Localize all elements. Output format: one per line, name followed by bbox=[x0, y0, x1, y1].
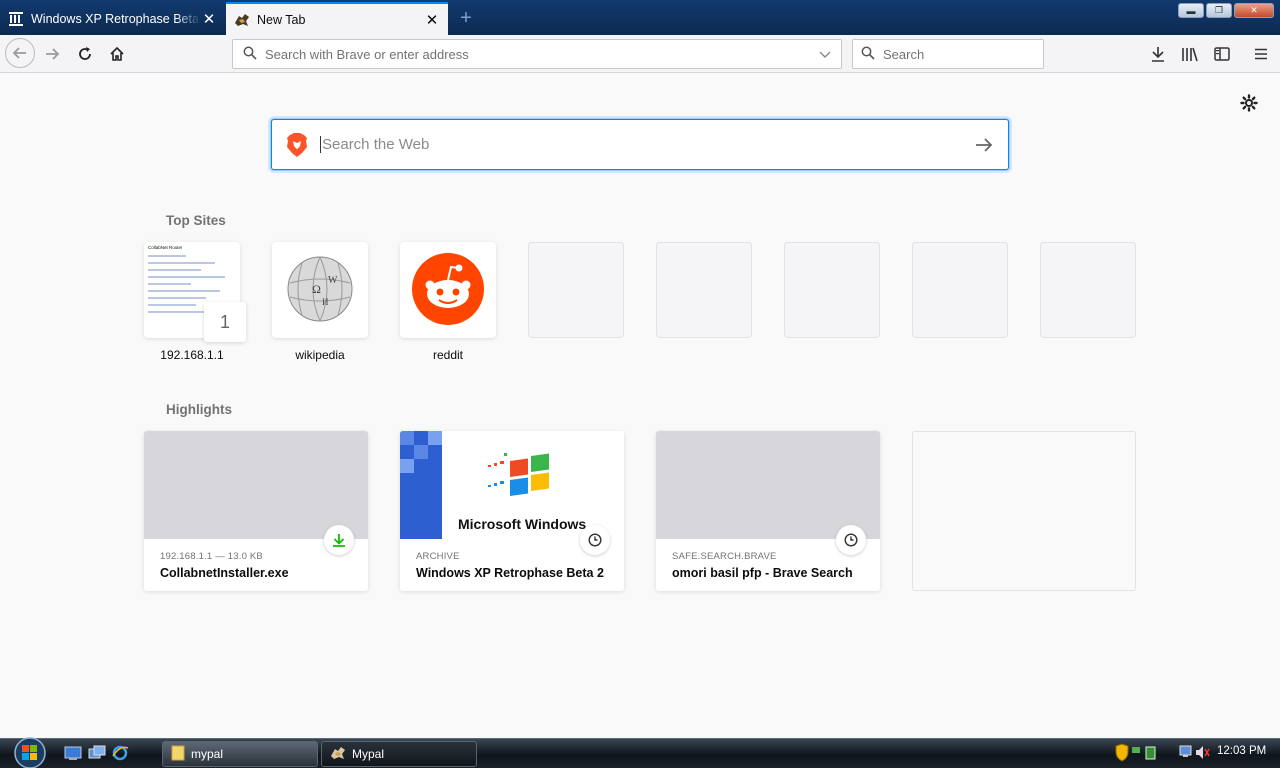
empty-tile bbox=[528, 242, 624, 338]
home-icon[interactable] bbox=[103, 40, 131, 68]
empty-tile bbox=[1040, 242, 1136, 338]
close-tab-icon[interactable]: ✕ bbox=[201, 11, 217, 28]
site-thumbnail: ΩW И bbox=[272, 242, 368, 338]
network-icon bbox=[1132, 746, 1156, 760]
reddit-snoo-icon bbox=[411, 252, 485, 329]
tab-title: New Tab bbox=[257, 12, 306, 27]
clock-icon bbox=[580, 525, 610, 555]
arrow-right-icon[interactable] bbox=[974, 135, 994, 155]
url-bar[interactable]: Search with Brave or enter address bbox=[232, 39, 842, 69]
taskbar-item-label: mypal bbox=[191, 747, 224, 761]
taskbar-clock: 12:03 PM bbox=[1217, 745, 1267, 757]
brave-lion-icon bbox=[286, 132, 308, 157]
highlight-card[interactable]: 192.168.1.1 — 13.0 KB CollabnetInstaller… bbox=[144, 431, 368, 591]
minimize-button[interactable]: ▬ bbox=[1178, 3, 1204, 18]
close-tab-icon[interactable]: ✕ bbox=[424, 12, 440, 29]
svg-text:W: W bbox=[328, 275, 338, 286]
hamburger-menu-icon[interactable] bbox=[1247, 40, 1275, 68]
mypal-icon bbox=[234, 12, 250, 28]
show-desktop-icon[interactable] bbox=[64, 745, 82, 761]
thumb-brand-text: Microsoft Windows bbox=[458, 516, 586, 532]
restore-button[interactable]: ❐ bbox=[1206, 3, 1232, 18]
tab-title: Windows XP Retrophase Beta 2 :... bbox=[31, 11, 201, 26]
top-site-empty bbox=[1040, 242, 1136, 338]
card-thumbnail: Microsoft Windows bbox=[400, 431, 624, 539]
start-orb-icon[interactable] bbox=[8, 736, 52, 768]
site-thumbnail bbox=[400, 242, 496, 338]
card-context: SAFE.SEARCH.BRAVE bbox=[672, 551, 777, 562]
url-placeholder: Search with Brave or enter address bbox=[265, 46, 469, 62]
taskbar-item-mypal[interactable]: Mypal bbox=[321, 741, 477, 767]
card-thumbnail bbox=[656, 431, 880, 539]
tab-retrophase[interactable]: Windows XP Retrophase Beta 2 :... ✕ bbox=[0, 2, 225, 35]
clock-icon bbox=[836, 525, 866, 555]
windows-logo-thumbnail: Microsoft Windows bbox=[400, 431, 586, 539]
search-icon bbox=[243, 46, 257, 63]
forward-arrow-icon[interactable] bbox=[38, 40, 66, 68]
top-site-wikipedia[interactable]: ΩW И wikipedia bbox=[272, 242, 368, 362]
top-site-empty bbox=[656, 242, 752, 338]
card-title: omori basil pfp - Brave Search bbox=[672, 566, 853, 580]
card-thumbnail bbox=[144, 431, 368, 539]
highlights-heading: Highlights bbox=[166, 402, 232, 417]
new-tab-plus-icon[interactable]: + bbox=[454, 6, 478, 30]
empty-tile bbox=[912, 242, 1008, 338]
navigation-toolbar: Search with Brave or enter address Searc… bbox=[0, 35, 1280, 73]
highlight-card-empty bbox=[912, 431, 1136, 591]
site-label: 192.168.1.1 bbox=[160, 348, 224, 362]
card-title: CollabnetInstaller.exe bbox=[160, 566, 289, 580]
download-icon[interactable] bbox=[1144, 40, 1172, 68]
highlight-card[interactable]: Microsoft Windows ARCHIVE Windows XP Ret… bbox=[400, 431, 624, 591]
wikipedia-globe-icon: ΩW И bbox=[284, 253, 356, 328]
tray-icons bbox=[1115, 743, 1210, 762]
display-icon bbox=[1179, 745, 1192, 757]
pinned-number-badge: 1 bbox=[204, 302, 246, 342]
svg-text:Ω: Ω bbox=[312, 282, 321, 296]
internet-explorer-icon[interactable] bbox=[111, 745, 129, 761]
gear-icon[interactable] bbox=[1240, 94, 1260, 114]
folder-icon bbox=[171, 745, 185, 764]
card-title: Windows XP Retrophase Beta 2 :... bbox=[416, 566, 608, 580]
security-shield-icon bbox=[1115, 743, 1129, 762]
top-sites-heading: Top Sites bbox=[166, 213, 226, 228]
tab-strip: Windows XP Retrophase Beta 2 :... ✕ New … bbox=[0, 0, 1280, 35]
taskbar-item-label: Mypal bbox=[352, 747, 385, 761]
reload-icon[interactable] bbox=[71, 40, 99, 68]
library-icon[interactable] bbox=[1176, 40, 1204, 68]
tab-new-tab[interactable]: New Tab ✕ bbox=[226, 2, 448, 35]
card-context: ARCHIVE bbox=[416, 551, 460, 562]
web-search-box[interactable]: Search the Web bbox=[271, 119, 1009, 170]
card-context: 192.168.1.1 — 13.0 KB bbox=[160, 551, 263, 562]
top-site-empty bbox=[528, 242, 624, 338]
search-bar[interactable]: Search bbox=[852, 39, 1044, 69]
thumb-heading: CollabNet Router bbox=[148, 245, 183, 250]
site-label: reddit bbox=[432, 348, 464, 362]
sidebar-icon[interactable] bbox=[1208, 40, 1236, 68]
window-controls: ▬ ❐ ✕ bbox=[1178, 3, 1274, 18]
top-site-empty bbox=[784, 242, 880, 338]
back-arrow-icon[interactable] bbox=[5, 38, 35, 68]
switch-windows-icon[interactable] bbox=[88, 745, 106, 761]
svg-text:И: И bbox=[322, 297, 329, 307]
search-icon bbox=[861, 46, 875, 63]
highlight-card[interactable]: SAFE.SEARCH.BRAVE omori basil pfp - Brav… bbox=[656, 431, 880, 591]
top-site-reddit[interactable]: reddit bbox=[400, 242, 496, 362]
close-window-button[interactable]: ✕ bbox=[1234, 3, 1274, 18]
top-site-empty bbox=[912, 242, 1008, 338]
empty-tile bbox=[784, 242, 880, 338]
taskbar-item-folder[interactable]: mypal bbox=[162, 741, 318, 767]
web-search-input[interactable]: Search the Web bbox=[320, 136, 974, 153]
search-placeholder: Search bbox=[883, 46, 925, 62]
chevron-down-icon[interactable] bbox=[819, 47, 831, 62]
library-columns-icon bbox=[8, 11, 24, 27]
download-icon bbox=[324, 525, 354, 555]
mypal-icon bbox=[330, 745, 346, 764]
site-label: wikipedia bbox=[295, 348, 345, 362]
volume-muted-icon bbox=[1196, 746, 1210, 759]
empty-tile bbox=[656, 242, 752, 338]
